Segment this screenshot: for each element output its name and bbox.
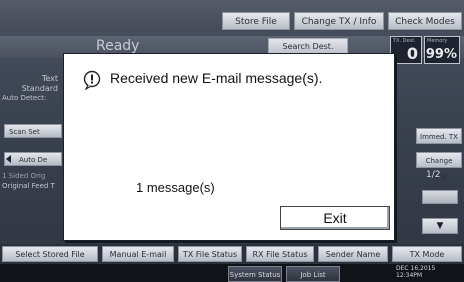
manual-email-rx-tab[interactable]: Manual E-mail RX: [102, 246, 174, 275]
fax-screen: Store File Change TX / Info Check Modes …: [0, 0, 464, 282]
check-modes-tab[interactable]: Check Modes: [388, 12, 462, 30]
dialog-title: Received new E-mail message(s).: [110, 70, 323, 86]
original-feed-label: Original Feed T: [2, 182, 55, 190]
new-email-dialog: Received new E-mail message(s). 1 messag…: [63, 53, 395, 241]
right-panel: Immed. TX Change Title 1/2 ▼: [396, 60, 464, 240]
resolution-standard-label: Standard: [21, 84, 58, 93]
search-dest-button[interactable]: Search Dest.: [268, 38, 348, 54]
page-indicator: 1/2: [426, 170, 441, 180]
auto-density-button[interactable]: Auto De: [4, 152, 62, 166]
left-panel: Text Standard Auto Detect: Scan Set Auto…: [0, 60, 62, 240]
sided-original-label: 1 Sided Orig: [2, 172, 46, 180]
sender-name-tab[interactable]: Sender Name: [318, 246, 388, 262]
change-tx-info-tab[interactable]: Change TX / Info: [294, 12, 384, 30]
date-time: DEC 16,2015 12:34PM: [396, 265, 435, 279]
info-icon: [83, 70, 101, 90]
select-stored-file-tab[interactable]: Select Stored File: [2, 246, 98, 262]
tx-mode-tab[interactable]: TX Mode: [392, 246, 462, 262]
scan-settings-button[interactable]: Scan Set: [4, 124, 62, 138]
scroll-down-button[interactable]: ▼: [422, 218, 458, 234]
auto-detect-label: Auto Detect:: [2, 94, 47, 102]
rx-file-status-tab[interactable]: RX File Status: [246, 246, 314, 262]
job-list-button[interactable]: Job List: [286, 266, 340, 282]
chevron-down-icon: ▼: [436, 221, 444, 231]
date-label: DEC 16,2015: [396, 265, 436, 272]
exit-button[interactable]: Exit: [280, 206, 390, 230]
message-count: 1 message(s): [136, 180, 215, 195]
store-file-tab[interactable]: Store File: [222, 12, 290, 30]
memory-label: Memory: [427, 38, 448, 44]
immed-tx-button[interactable]: Immed. TX: [416, 128, 462, 144]
resolution-text-label: Text: [41, 74, 58, 83]
ready-status: Ready: [96, 38, 140, 54]
change-title-button[interactable]: Change Title: [416, 152, 462, 181]
system-status-button[interactable]: System Status: [228, 266, 282, 282]
tx-file-status-tab[interactable]: TX File Status: [178, 246, 242, 262]
arrow-left-icon: [6, 155, 11, 163]
scroll-up-button[interactable]: [422, 190, 458, 204]
time-label: 12:34PM: [396, 272, 423, 279]
